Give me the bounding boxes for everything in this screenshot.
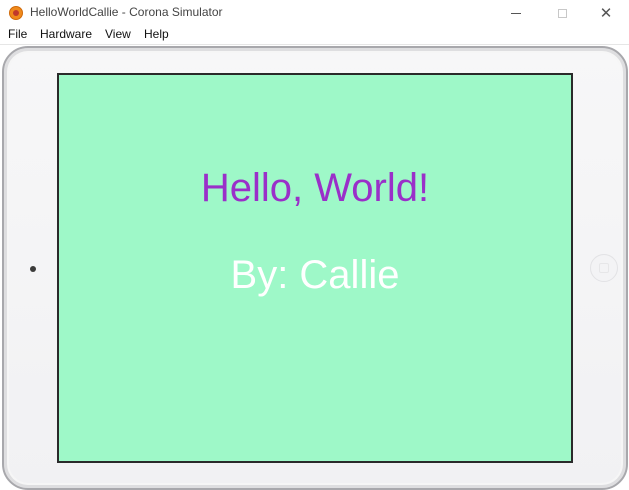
home-button-inner (599, 263, 609, 273)
title-bar[interactable]: HelloWorldCallie - Corona Simulator ✕ (0, 0, 629, 26)
camera-icon (30, 266, 36, 272)
minimize-icon (511, 12, 521, 14)
menu-help[interactable]: Help (144, 27, 169, 41)
corona-app-icon[interactable] (9, 6, 23, 20)
menu-hardware[interactable]: Hardware (40, 27, 92, 41)
maximize-icon (557, 8, 567, 18)
menu-file[interactable]: File (8, 27, 27, 41)
close-icon: ✕ (599, 4, 613, 22)
home-button-icon[interactable] (590, 254, 618, 282)
app-screen[interactable]: Hello, World! By: Callie (57, 73, 573, 463)
close-button[interactable]: ✕ (583, 0, 629, 26)
menu-view[interactable]: View (105, 27, 131, 41)
simulator-window: HelloWorldCallie - Corona Simulator ✕ Fi… (0, 0, 629, 490)
maximize-button[interactable] (539, 0, 585, 26)
menu-divider (0, 44, 629, 45)
window-title: HelloWorldCallie - Corona Simulator (30, 5, 223, 19)
byline-text: By: Callie (230, 253, 400, 297)
minimize-button[interactable] (493, 0, 539, 26)
menu-bar: File Hardware View Help (0, 26, 629, 44)
headline-text: Hello, World! (200, 166, 430, 210)
